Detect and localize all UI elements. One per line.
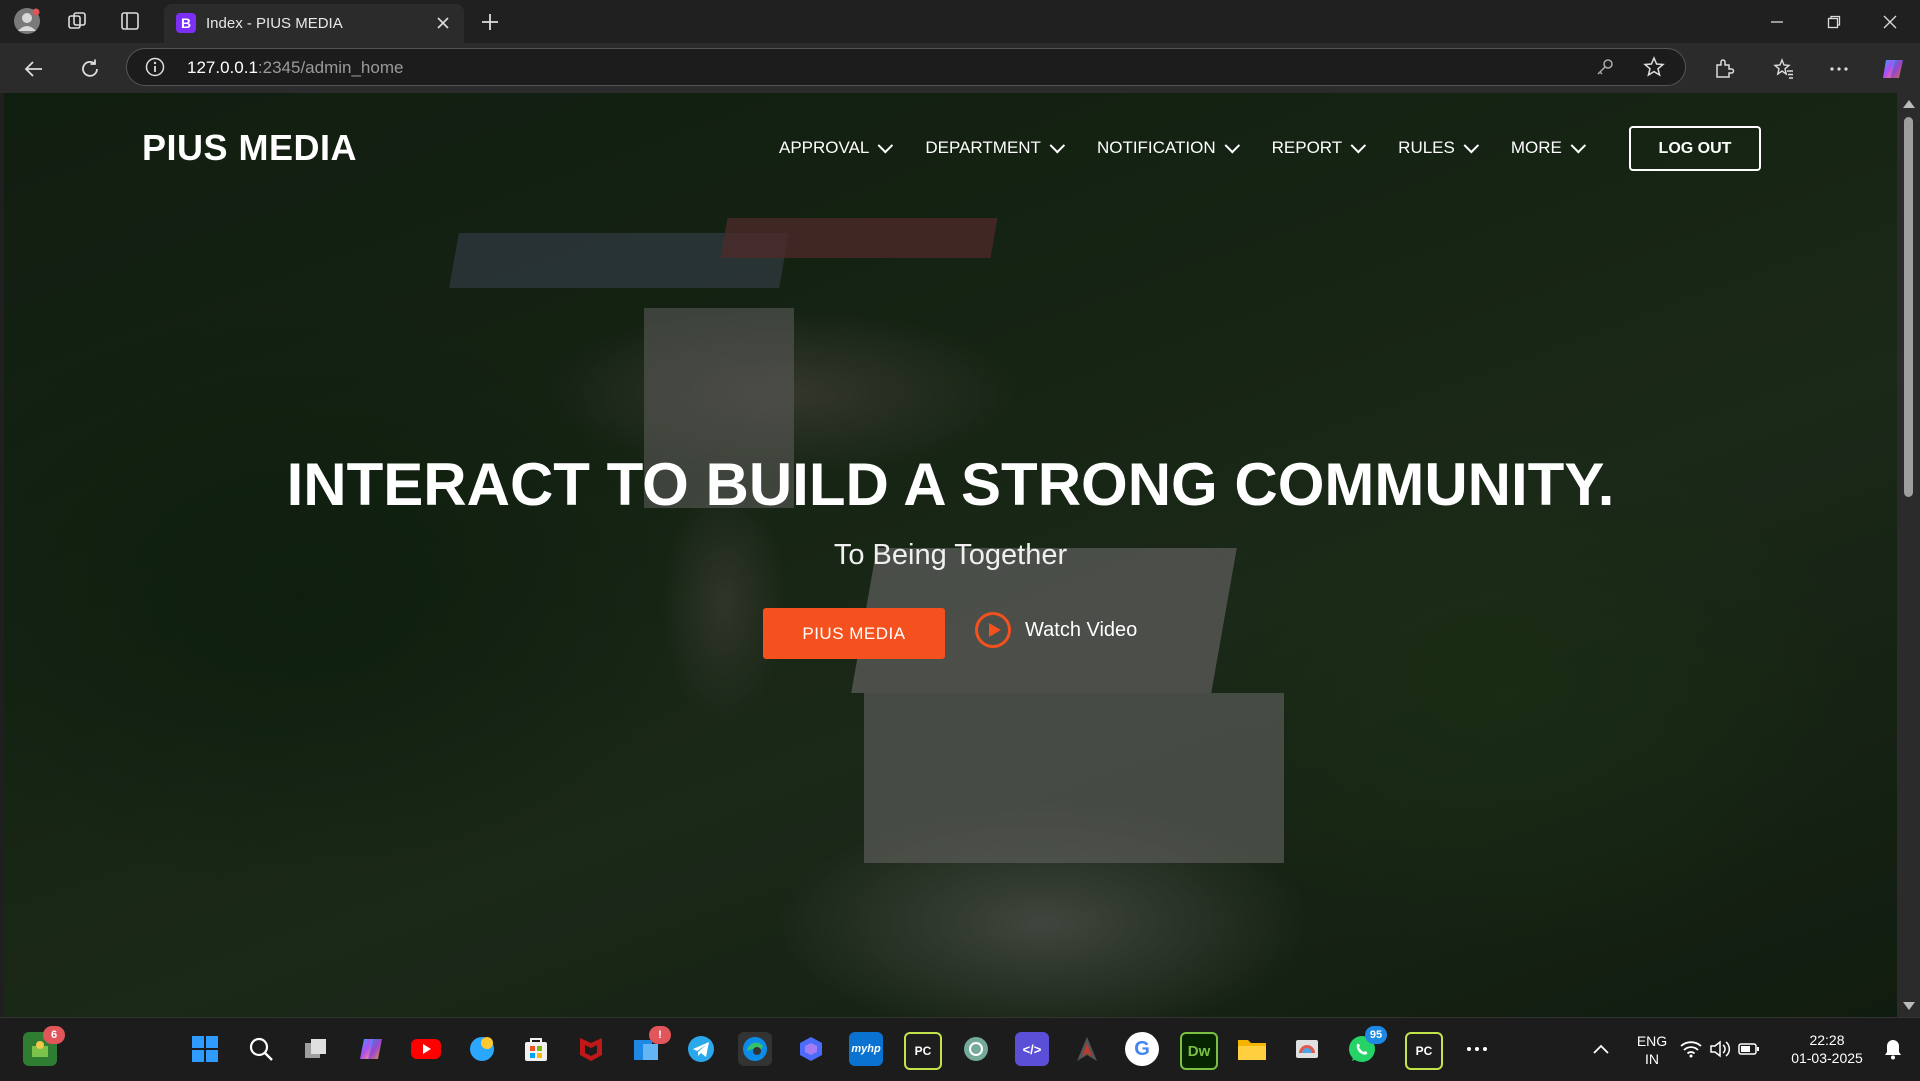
widgets-badge: 6	[43, 1026, 65, 1044]
clock-date: 01-03-2025	[1791, 1050, 1863, 1066]
nav-label: DEPARTMENT	[925, 138, 1041, 157]
chatgpt-icon[interactable]	[959, 1032, 993, 1066]
clock[interactable]: 22:28 01-03-2025	[1782, 1031, 1872, 1067]
battery-icon	[1738, 1043, 1759, 1055]
notifications-bell-icon[interactable]	[1876, 1032, 1910, 1066]
chevron-down-icon	[1570, 137, 1586, 153]
minimize-icon[interactable]	[1749, 0, 1805, 43]
page-scrollbar[interactable]	[1897, 93, 1920, 1017]
watch-video-link[interactable]: Watch Video	[975, 612, 1137, 648]
nav-label: MORE	[1510, 138, 1562, 157]
favorites-icon[interactable]	[1767, 52, 1801, 86]
nav-notification[interactable]: NOTIFICATION	[1096, 137, 1240, 158]
dreamweaver-icon[interactable]: Dw	[1180, 1032, 1218, 1070]
main-nav: APPROVAL DEPARTMENT NOTIFICATION REPORT …	[779, 137, 1618, 158]
favorite-star-icon[interactable]	[1643, 56, 1665, 83]
windows-taskbar: 6 ! myhp PC </> G Dw 95 PC ENG IN 22:28 …	[0, 1017, 1920, 1081]
hero-title: INTERACT TO BUILD A STRONG COMMUNITY.	[286, 451, 1615, 518]
scroll-up-arrow-icon[interactable]	[1903, 100, 1915, 108]
logout-button[interactable]: LOG OUT	[1629, 126, 1761, 171]
region-label: IN	[1645, 1051, 1659, 1067]
google-icon[interactable]: G	[1125, 1032, 1159, 1066]
myhp-icon[interactable]: myhp	[849, 1032, 883, 1066]
tab-favicon-icon: B	[176, 13, 196, 33]
clock-time: 22:28	[1809, 1032, 1845, 1048]
browser-tab-active[interactable]: B Index - PIUS MEDIA	[164, 4, 464, 43]
nav-approval[interactable]: APPROVAL	[779, 137, 894, 158]
more-apps-icon[interactable]	[1460, 1032, 1494, 1066]
pycharm-icon[interactable]: PC	[904, 1032, 942, 1070]
microsoft-store-icon[interactable]	[519, 1032, 553, 1066]
new-tab-icon[interactable]	[475, 7, 505, 37]
tab-title: Index - PIUS MEDIA	[206, 15, 343, 32]
news-badge: !	[649, 1026, 671, 1044]
chevron-down-icon	[1350, 137, 1367, 153]
chevron-down-icon	[877, 137, 894, 153]
widgets-icon[interactable]: 6	[23, 1026, 65, 1066]
mcafee-icon[interactable]	[574, 1032, 608, 1066]
language-indicator[interactable]: ENG IN	[1632, 1032, 1672, 1068]
back-arrow-icon[interactable]	[17, 52, 51, 86]
wifi-icon	[1680, 1041, 1702, 1058]
start-windows-icon[interactable]	[188, 1032, 222, 1066]
copilot-icon[interactable]	[1876, 52, 1910, 86]
url-host: 127.0.0.1	[187, 58, 258, 77]
pycharm-2-icon[interactable]: PC	[1405, 1032, 1443, 1070]
search-icon[interactable]	[244, 1032, 278, 1066]
play-icon	[975, 612, 1011, 648]
tab-close-icon[interactable]	[432, 12, 454, 34]
page-viewport: PIUS MEDIA APPROVAL DEPARTMENT NOTIFICAT…	[4, 93, 1897, 1017]
url-text: 127.0.0.1:2345/admin_home	[187, 58, 403, 78]
chevron-down-icon	[1224, 137, 1240, 153]
vscode-icon[interactable]: </>	[1015, 1032, 1049, 1066]
site-info-icon[interactable]	[145, 57, 165, 77]
browser-tab-strip: B Index - PIUS MEDIA	[0, 0, 1920, 43]
nav-label: RULES	[1398, 138, 1455, 157]
vertical-tabs-icon[interactable]	[115, 6, 145, 36]
profile-avatar-icon[interactable]	[12, 6, 42, 36]
nav-report[interactable]: REPORT	[1271, 137, 1367, 158]
system-tray-status[interactable]	[1680, 1032, 1760, 1066]
url-path: :2345/admin_home	[257, 58, 404, 77]
paint-icon[interactable]	[1290, 1032, 1324, 1066]
nav-label: APPROVAL	[779, 138, 870, 157]
watch-video-label: Watch Video	[1025, 618, 1138, 641]
nav-more[interactable]: MORE	[1510, 137, 1586, 158]
scroll-thumb[interactable]	[1904, 117, 1913, 497]
hero-subtitle: To Being Together	[833, 539, 1068, 571]
gaming-icon[interactable]	[1070, 1032, 1104, 1066]
file-explorer-icon[interactable]	[1235, 1032, 1269, 1066]
youtube-icon[interactable]	[409, 1032, 443, 1066]
whatsapp-badge: 95	[1365, 1026, 1387, 1044]
whatsapp-icon[interactable]: 95	[1345, 1026, 1387, 1066]
nav-rules[interactable]: RULES	[1398, 137, 1479, 158]
weather-icon[interactable]	[465, 1032, 499, 1066]
news-icon[interactable]: !	[629, 1026, 671, 1066]
nav-label: NOTIFICATION	[1096, 138, 1216, 157]
password-key-icon[interactable]	[1595, 57, 1615, 82]
nav-label: REPORT	[1271, 138, 1343, 157]
extensions-icon[interactable]	[1707, 52, 1741, 86]
edge-icon[interactable]	[738, 1032, 772, 1066]
hero-cta-button[interactable]: PIUS MEDIA	[763, 608, 945, 659]
refresh-icon[interactable]	[73, 52, 107, 86]
copilot-app-icon[interactable]	[354, 1032, 388, 1066]
more-options-icon[interactable]	[1822, 52, 1856, 86]
telegram-icon[interactable]	[684, 1032, 718, 1066]
tray-chevron-up-icon[interactable]	[1584, 1032, 1618, 1066]
browser-toolbar: 127.0.0.1:2345/admin_home	[0, 43, 1920, 93]
scroll-down-arrow-icon[interactable]	[1903, 1002, 1915, 1010]
nav-department[interactable]: DEPARTMENT	[925, 137, 1066, 158]
address-bar[interactable]: 127.0.0.1:2345/admin_home	[126, 48, 1686, 86]
close-window-icon[interactable]	[1862, 0, 1918, 43]
volume-icon	[1710, 1040, 1731, 1058]
site-logo[interactable]: PIUS MEDIA	[142, 127, 357, 169]
copilot-hex-icon[interactable]	[794, 1032, 828, 1066]
restore-icon[interactable]	[1806, 0, 1862, 43]
workspaces-icon[interactable]	[62, 6, 92, 36]
language-label: ENG	[1636, 1033, 1668, 1049]
task-view-icon[interactable]	[299, 1032, 333, 1066]
chevron-down-icon	[1463, 137, 1479, 153]
chevron-down-icon	[1049, 137, 1066, 153]
